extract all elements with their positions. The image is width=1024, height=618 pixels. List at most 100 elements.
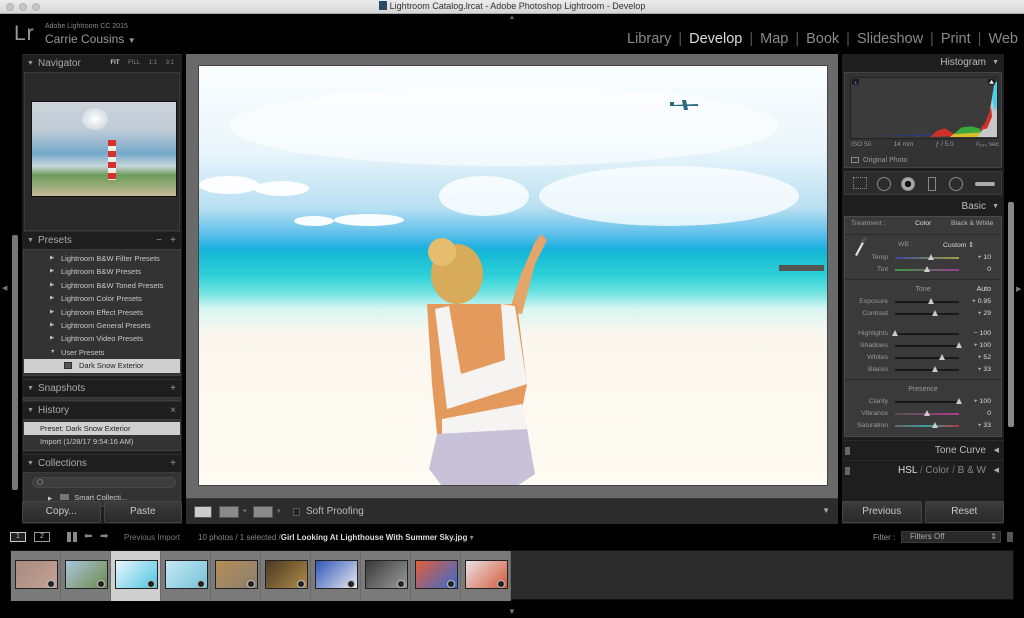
preset-folder[interactable]: ▶ Lightroom B&W Presets [24, 265, 180, 278]
preset-folder[interactable]: ▶ Lightroom B&W Filter Presets [24, 252, 180, 265]
vibrance-value[interactable]: 0 [987, 410, 991, 417]
collapsed-triangle-icon[interactable]: ▶ [50, 252, 54, 265]
filmstrip-thumbnail[interactable] [311, 551, 361, 601]
tint-value[interactable]: 0 [987, 266, 991, 273]
module-print[interactable]: Print [941, 31, 971, 47]
selected-filename[interactable]: Girl Looking At Lighthouse With Summer S… [281, 533, 468, 542]
whites-slider[interactable] [895, 357, 959, 359]
panel-switch-icon[interactable] [845, 467, 850, 475]
bw-tab[interactable]: B & W [958, 465, 986, 476]
panel-switch-icon[interactable] [845, 447, 850, 455]
crop-tool-icon[interactable] [853, 177, 867, 189]
preset-folder[interactable]: ▶ Lightroom General Presets [24, 319, 180, 332]
right-panel-scrollbar[interactable] [1008, 202, 1014, 427]
loupe-view-button[interactable] [194, 506, 212, 518]
collapse-right-panel-icon[interactable]: ▶ [1016, 285, 1021, 293]
highlights-value[interactable]: − 100 [974, 330, 991, 337]
whites-slider-thumb[interactable] [939, 354, 946, 360]
clear-history-button[interactable]: × [170, 402, 176, 419]
module-map[interactable]: Map [760, 31, 788, 47]
presets-header[interactable]: ▼ Presets − + [22, 231, 182, 249]
back-arrow-icon[interactable]: ⬅ [84, 531, 92, 542]
radial-filter-tool-icon[interactable] [949, 177, 963, 191]
whites-value[interactable]: + 52 [978, 354, 991, 361]
preset-folder[interactable]: ▶ Lightroom Video Presets [24, 332, 180, 345]
main-photo[interactable] [199, 66, 827, 485]
filter-select[interactable]: Filters Off ⇕ [901, 531, 1001, 543]
add-preset-button[interactable]: + [170, 235, 176, 246]
grid-view-icon[interactable] [67, 532, 77, 542]
blacks-slider-thumb[interactable] [932, 366, 939, 372]
zoom-3-1[interactable]: 3:1 [166, 60, 174, 66]
histogram-header[interactable]: Histogram ▼ [842, 54, 1004, 72]
filmstrip-thumbnail[interactable] [411, 551, 461, 601]
highlights-slider[interactable] [895, 333, 959, 335]
preset-folder[interactable]: ▶ Lightroom Color Presets [24, 292, 180, 305]
zoom-fit[interactable]: FIT [111, 60, 120, 66]
main-screen-button[interactable]: 1 [10, 532, 26, 542]
toolbar-options-icon[interactable]: ▼ [822, 506, 830, 515]
shadows-slider-thumb[interactable] [956, 342, 962, 348]
filmstrip-thumbnail[interactable] [11, 551, 61, 601]
add-snapshot-button[interactable]: + [170, 380, 176, 397]
collections-search-input[interactable] [32, 476, 176, 488]
user-name[interactable]: Carrie Cousins ▼ [45, 32, 136, 46]
before-after-view-button[interactable] [219, 506, 239, 518]
tone-curve-header[interactable]: Tone Curve ◀ [842, 440, 1004, 460]
treatment-bw-option[interactable]: Black & White [951, 220, 993, 227]
module-library[interactable]: Library [627, 31, 671, 47]
history-item[interactable]: Preset: Dark Snow Exterior [24, 421, 180, 435]
shadows-value[interactable]: + 100 [974, 342, 991, 349]
exposure-slider-thumb[interactable] [927, 298, 934, 304]
filmstrip-thumbnail[interactable] [61, 551, 111, 601]
red-eye-tool-icon[interactable] [901, 177, 915, 191]
clarity-slider[interactable] [895, 401, 959, 403]
histogram-plot[interactable] [850, 77, 998, 139]
preset-item[interactable]: Dark Snow Exterior [24, 359, 180, 373]
shadows-slider[interactable] [895, 345, 959, 347]
navigator-header[interactable]: ▼ Navigator FIT FILL 1:1 3:1 [22, 54, 182, 72]
basic-header[interactable]: Basic ▼ [842, 198, 1004, 216]
filmstrip-thumbnail[interactable] [111, 551, 161, 601]
collapse-left-panel-icon[interactable]: ◀ [2, 284, 7, 292]
exposure-value[interactable]: + 0.95 [972, 298, 991, 305]
collapsed-triangle-icon[interactable]: ▶ [50, 319, 54, 332]
saturation-slider[interactable] [895, 425, 959, 427]
blacks-value[interactable]: + 33 [978, 366, 991, 373]
preset-folder[interactable]: ▶ Lightroom Effect Presets [24, 306, 180, 319]
preset-folder[interactable]: ▼ User Presets [24, 346, 180, 359]
blacks-slider[interactable] [895, 369, 959, 371]
wb-select[interactable]: Custom ⇕ [943, 241, 974, 249]
left-panel-scrollbar[interactable] [12, 235, 18, 490]
copy-button[interactable]: Copy... [22, 501, 101, 523]
saturation-value[interactable]: + 33 [978, 422, 991, 429]
secondary-screen-button[interactable]: 2 [34, 532, 50, 542]
spot-removal-tool-icon[interactable] [877, 177, 891, 191]
color-tab[interactable]: Color [925, 465, 949, 476]
soft-proofing-checkbox[interactable] [293, 508, 300, 516]
collections-header[interactable]: ▼ Collections + [22, 453, 182, 472]
collapsed-triangle-icon[interactable]: ▶ [50, 332, 54, 345]
original-photo-toggle[interactable]: Original Photo [851, 157, 907, 164]
paste-button[interactable]: Paste [103, 501, 182, 523]
before-after-swap-button[interactable] [253, 506, 273, 518]
snapshots-header[interactable]: ▼ Snapshots + [22, 378, 182, 397]
history-header[interactable]: ▼ History × [22, 400, 182, 419]
chevron-down-icon[interactable]: ▼ [128, 36, 136, 45]
collapse-filmstrip-icon[interactable]: ▼ [508, 607, 516, 616]
hsl-tab[interactable]: HSL [898, 465, 917, 476]
reset-button[interactable]: Reset [924, 501, 1004, 523]
collapsed-triangle-icon[interactable]: ▶ [50, 306, 54, 319]
auto-tone-button[interactable]: Auto [977, 283, 991, 296]
tint-slider-thumb[interactable] [924, 266, 930, 272]
highlights-slider-thumb[interactable] [892, 330, 898, 336]
adjustment-brush-tool-icon[interactable] [975, 182, 995, 186]
hsl-header[interactable]: HSL / Color / B & W ◀ [842, 460, 1004, 480]
module-develop[interactable]: Develop [689, 31, 742, 47]
navigator-preview[interactable] [24, 72, 180, 231]
previous-button[interactable]: Previous [842, 501, 922, 523]
chevron-down-icon[interactable]: ▾ [470, 533, 474, 542]
filmstrip-thumbnail[interactable] [261, 551, 311, 601]
collapsed-triangle-icon[interactable]: ▶ [50, 292, 54, 305]
collapse-top-panel-icon[interactable]: ▲ [509, 15, 515, 21]
